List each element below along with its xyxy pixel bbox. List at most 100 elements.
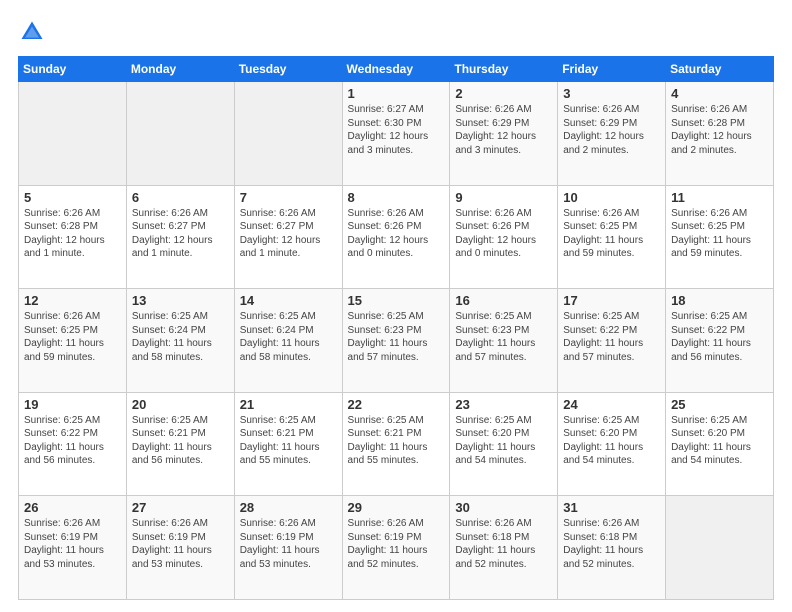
day-info: Sunrise: 6:26 AM Sunset: 6:26 PM Dayligh… (455, 207, 552, 261)
day-number: 6 (132, 190, 229, 205)
day-info: Sunrise: 6:25 AM Sunset: 6:21 PM Dayligh… (132, 414, 229, 468)
calendar-cell: 3 Sunrise: 6:26 AM Sunset: 6:29 PM Daylig… (558, 82, 666, 186)
calendar-cell: 11 Sunrise: 6:26 AM Sunset: 6:25 PM Dayli… (666, 185, 774, 289)
day-info: Sunrise: 6:26 AM Sunset: 6:25 PM Dayligh… (563, 207, 660, 261)
day-number: 28 (240, 500, 337, 515)
day-info: Sunrise: 6:26 AM Sunset: 6:19 PM Dayligh… (240, 517, 337, 571)
calendar-cell: 22Sunrise: 6:25 AM Sunset: 6:21 PM Dayli… (342, 392, 450, 496)
weekday-friday: Friday (558, 57, 666, 82)
weekday-tuesday: Tuesday (234, 57, 342, 82)
day-info: Sunrise: 6:25 AM Sunset: 6:24 PM Dayligh… (240, 310, 337, 364)
day-info: Sunrise: 6:26 AM Sunset: 6:18 PM Dayligh… (563, 517, 660, 571)
day-info: Sunrise: 6:26 AM Sunset: 6:28 PM Dayligh… (671, 103, 768, 157)
week-row-2: 5 Sunrise: 6:26 AM Sunset: 6:28 PM Daylig… (19, 185, 774, 289)
day-info: Sunrise: 6:26 AM Sunset: 6:18 PM Dayligh… (455, 517, 552, 571)
day-number: 10 (563, 190, 660, 205)
day-number: 7 (240, 190, 337, 205)
calendar-cell: 28 Sunrise: 6:26 AM Sunset: 6:19 PM Dayli… (234, 496, 342, 600)
calendar-cell: 31 Sunrise: 6:26 AM Sunset: 6:18 PM Dayli… (558, 496, 666, 600)
day-number: 31 (563, 500, 660, 515)
calendar-cell: 18 Sunrise: 6:25 AM Sunset: 6:22 PM Dayli… (666, 289, 774, 393)
calendar-cell (19, 82, 127, 186)
day-number: 12 (24, 293, 121, 308)
calendar-cell: 29 Sunrise: 6:26 AM Sunset: 6:19 PM Dayli… (342, 496, 450, 600)
day-info: Sunrise: 6:26 AM Sunset: 6:19 PM Dayligh… (348, 517, 445, 571)
weekday-wednesday: Wednesday (342, 57, 450, 82)
page: SundayMondayTuesdayWednesdayThursdayFrid… (0, 0, 792, 612)
calendar-cell: 27Sunrise: 6:26 AM Sunset: 6:19 PM Dayli… (126, 496, 234, 600)
week-row-5: 26 Sunrise: 6:26 AM Sunset: 6:19 PM Dayli… (19, 496, 774, 600)
calendar-cell: 13 Sunrise: 6:25 AM Sunset: 6:24 PM Dayli… (126, 289, 234, 393)
weekday-thursday: Thursday (450, 57, 558, 82)
weekday-header-row: SundayMondayTuesdayWednesdayThursdayFrid… (19, 57, 774, 82)
day-number: 26 (24, 500, 121, 515)
day-number: 24 (563, 397, 660, 412)
day-info: Sunrise: 6:26 AM Sunset: 6:25 PM Dayligh… (671, 207, 768, 261)
calendar-cell: 21 Sunrise: 6:25 AM Sunset: 6:21 PM Dayli… (234, 392, 342, 496)
day-number: 1 (348, 86, 445, 101)
calendar-cell: 4 Sunrise: 6:26 AM Sunset: 6:28 PM Daylig… (666, 82, 774, 186)
day-number: 22 (348, 397, 445, 412)
day-number: 15 (348, 293, 445, 308)
day-number: 25 (671, 397, 768, 412)
day-info: Sunrise: 6:25 AM Sunset: 6:23 PM Dayligh… (455, 310, 552, 364)
calendar-cell: 7 Sunrise: 6:26 AM Sunset: 6:27 PM Daylig… (234, 185, 342, 289)
calendar-cell: 15 Sunrise: 6:25 AM Sunset: 6:23 PM Dayli… (342, 289, 450, 393)
day-info: Sunrise: 6:25 AM Sunset: 6:24 PM Dayligh… (132, 310, 229, 364)
calendar-cell: 8 Sunrise: 6:26 AM Sunset: 6:26 PM Daylig… (342, 185, 450, 289)
day-info: Sunrise: 6:26 AM Sunset: 6:26 PM Dayligh… (348, 207, 445, 261)
day-info: Sunrise: 6:25 AM Sunset: 6:20 PM Dayligh… (671, 414, 768, 468)
weekday-monday: Monday (126, 57, 234, 82)
day-number: 8 (348, 190, 445, 205)
day-number: 4 (671, 86, 768, 101)
day-info: Sunrise: 6:26 AM Sunset: 6:29 PM Dayligh… (563, 103, 660, 157)
day-number: 21 (240, 397, 337, 412)
day-info: Sunrise: 6:25 AM Sunset: 6:20 PM Dayligh… (563, 414, 660, 468)
calendar-cell: 12 Sunrise: 6:26 AM Sunset: 6:25 PM Dayli… (19, 289, 127, 393)
day-info: Sunrise: 6:25 AM Sunset: 6:20 PM Dayligh… (455, 414, 552, 468)
week-row-4: 19 Sunrise: 6:25 AM Sunset: 6:22 PM Dayli… (19, 392, 774, 496)
calendar-cell: 23 Sunrise: 6:25 AM Sunset: 6:20 PM Dayli… (450, 392, 558, 496)
day-number: 13 (132, 293, 229, 308)
day-info: Sunrise: 6:25 AM Sunset: 6:22 PM Dayligh… (563, 310, 660, 364)
calendar-cell: 17 Sunrise: 6:25 AM Sunset: 6:22 PM Dayli… (558, 289, 666, 393)
calendar-cell: 24 Sunrise: 6:25 AM Sunset: 6:20 PM Dayli… (558, 392, 666, 496)
day-number: 19 (24, 397, 121, 412)
week-row-1: 1 Sunrise: 6:27 AM Sunset: 6:30 PM Daylig… (19, 82, 774, 186)
calendar-cell (126, 82, 234, 186)
day-info: Sunrise: 6:25 AM Sunset: 6:22 PM Dayligh… (671, 310, 768, 364)
calendar-body: 1 Sunrise: 6:27 AM Sunset: 6:30 PM Daylig… (19, 82, 774, 600)
calendar-cell: 5 Sunrise: 6:26 AM Sunset: 6:28 PM Daylig… (19, 185, 127, 289)
day-number: 5 (24, 190, 121, 205)
calendar-cell: 6 Sunrise: 6:26 AM Sunset: 6:27 PM Daylig… (126, 185, 234, 289)
weekday-saturday: Saturday (666, 57, 774, 82)
calendar-cell (666, 496, 774, 600)
weekday-sunday: Sunday (19, 57, 127, 82)
header (18, 18, 774, 46)
day-number: 29 (348, 500, 445, 515)
day-info: Sunrise: 6:26 AM Sunset: 6:19 PM Dayligh… (24, 517, 121, 571)
day-number: 17 (563, 293, 660, 308)
calendar-cell: 25 Sunrise: 6:25 AM Sunset: 6:20 PM Dayli… (666, 392, 774, 496)
calendar-cell: 26 Sunrise: 6:26 AM Sunset: 6:19 PM Dayli… (19, 496, 127, 600)
day-number: 9 (455, 190, 552, 205)
day-info: Sunrise: 6:25 AM Sunset: 6:23 PM Dayligh… (348, 310, 445, 364)
day-number: 3 (563, 86, 660, 101)
day-info: Sunrise: 6:27 AM Sunset: 6:30 PM Dayligh… (348, 103, 445, 157)
day-number: 23 (455, 397, 552, 412)
calendar-cell: 2Sunrise: 6:26 AM Sunset: 6:29 PM Daylig… (450, 82, 558, 186)
day-info: Sunrise: 6:26 AM Sunset: 6:19 PM Dayligh… (132, 517, 229, 571)
calendar-cell: 16Sunrise: 6:25 AM Sunset: 6:23 PM Dayli… (450, 289, 558, 393)
day-info: Sunrise: 6:26 AM Sunset: 6:28 PM Dayligh… (24, 207, 121, 261)
logo-icon (18, 18, 46, 46)
day-info: Sunrise: 6:26 AM Sunset: 6:27 PM Dayligh… (240, 207, 337, 261)
day-info: Sunrise: 6:26 AM Sunset: 6:29 PM Dayligh… (455, 103, 552, 157)
day-info: Sunrise: 6:25 AM Sunset: 6:21 PM Dayligh… (240, 414, 337, 468)
day-info: Sunrise: 6:26 AM Sunset: 6:25 PM Dayligh… (24, 310, 121, 364)
calendar-cell: 9 Sunrise: 6:26 AM Sunset: 6:26 PM Daylig… (450, 185, 558, 289)
calendar-cell: 1 Sunrise: 6:27 AM Sunset: 6:30 PM Daylig… (342, 82, 450, 186)
day-info: Sunrise: 6:26 AM Sunset: 6:27 PM Dayligh… (132, 207, 229, 261)
day-number: 18 (671, 293, 768, 308)
day-number: 11 (671, 190, 768, 205)
day-info: Sunrise: 6:25 AM Sunset: 6:22 PM Dayligh… (24, 414, 121, 468)
